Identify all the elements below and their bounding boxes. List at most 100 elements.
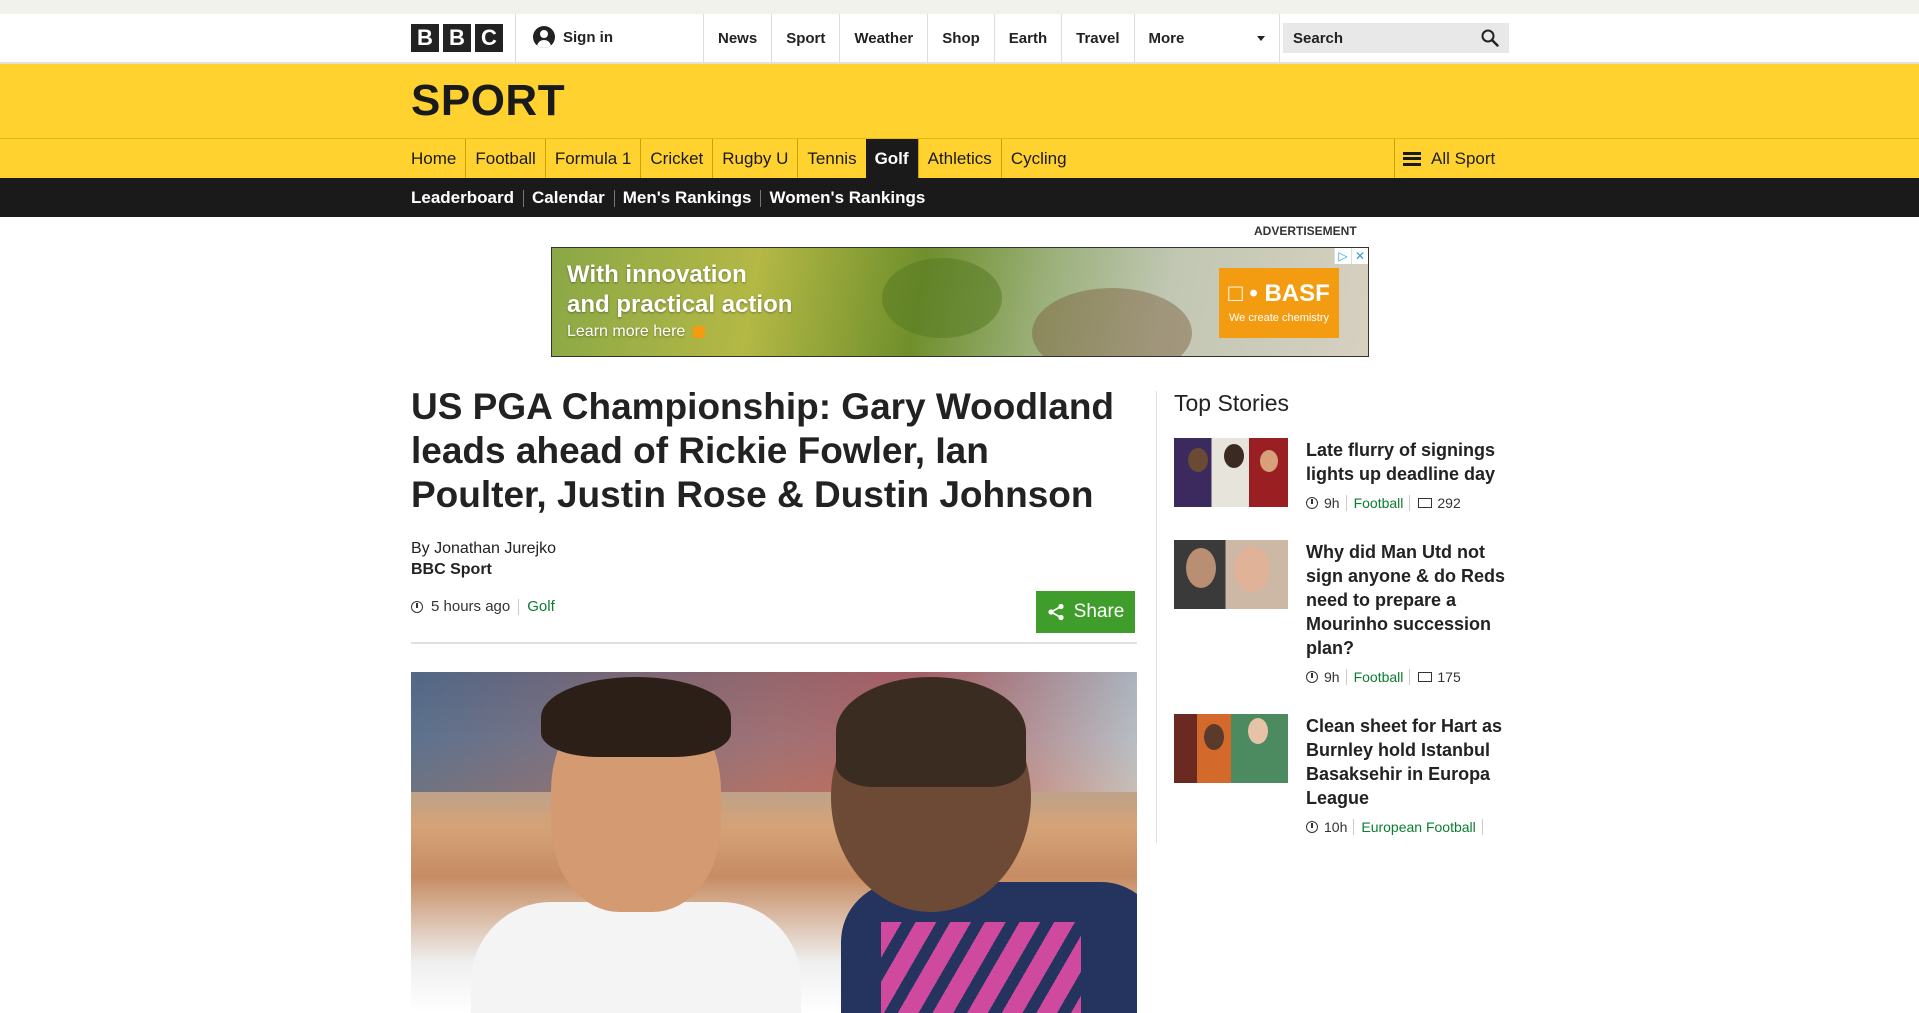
thumbnail-figure	[1234, 546, 1270, 592]
thumbnail-figure	[1186, 548, 1216, 588]
clock-icon	[1306, 671, 1318, 683]
sport-nav-cycling[interactable]: Cycling	[1000, 139, 1076, 178]
story-time: 10h	[1324, 819, 1348, 835]
ad-brand-logo: □ • BASF We create chemistry	[1219, 268, 1339, 338]
advertisement-banner[interactable]: With innovation and practical action Lea…	[551, 247, 1369, 357]
story-time: 9h	[1324, 669, 1340, 685]
all-sport-menu[interactable]: All Sport	[1394, 139, 1519, 178]
comment-count: 292	[1437, 495, 1461, 511]
article-byline: By Jonathan Jurejko BBC Sport	[411, 538, 556, 580]
author-name: By Jonathan Jurejko	[411, 540, 556, 557]
browser-top-strip	[0, 0, 1919, 14]
sport-nav-football[interactable]: Football	[465, 139, 544, 178]
golf-subnav: Leaderboard Calendar Men's Rankings Wome…	[0, 178, 1919, 217]
user-icon	[533, 26, 555, 48]
ad-arrow-icon	[693, 326, 706, 338]
story-comments[interactable]: 292	[1409, 495, 1461, 511]
meta-divider	[518, 598, 520, 615]
article-headline: US PGA Championship: Gary Woodland leads…	[411, 386, 1115, 515]
ad-cta-label: Learn more here	[567, 323, 686, 340]
sign-in-link[interactable]: Sign in	[533, 26, 613, 48]
ad-image-leaf	[882, 258, 1002, 338]
story-title[interactable]: Clean sheet for Hart as Burnley hold Ist…	[1306, 714, 1511, 810]
story-thumbnail[interactable]	[1174, 438, 1288, 507]
subnav-calendar[interactable]: Calendar	[522, 178, 614, 217]
nav-travel[interactable]: Travel	[1061, 14, 1133, 62]
sport-title[interactable]: SPORT	[411, 76, 565, 126]
hero-white-shirt	[471, 902, 801, 1013]
subnav-leaderboard[interactable]: Leaderboard	[411, 178, 523, 217]
share-label: Share	[1073, 601, 1125, 622]
story-thumbnail[interactable]	[1174, 714, 1288, 783]
nav-more-label: More	[1148, 29, 1185, 47]
thumbnail-figure	[1204, 724, 1224, 750]
sport-nav-tennis[interactable]: Tennis	[797, 139, 865, 178]
bbc-logo-letter: B	[443, 24, 471, 52]
masthead-divider	[515, 14, 516, 62]
story-section-link[interactable]: Football	[1345, 669, 1403, 685]
sport-nav-rugby-union[interactable]: Rugby U	[712, 139, 797, 178]
nav-sport[interactable]: Sport	[771, 14, 839, 62]
nav-more-menu[interactable]: More	[1133, 14, 1280, 62]
close-icon[interactable]: ✕	[1351, 248, 1368, 264]
thumbnail-figure	[1248, 718, 1268, 744]
adchoices-icon[interactable]: ▷	[1334, 248, 1351, 264]
ad-learn-more-link[interactable]: Learn more here	[567, 323, 706, 341]
article-timestamp: 5 hours ago	[431, 598, 511, 615]
sport-nav-cricket[interactable]: Cricket	[640, 139, 712, 178]
thumbnail-figure	[1224, 444, 1244, 468]
clock-icon	[411, 600, 423, 613]
top-stories-heading: Top Stories	[1174, 390, 1290, 416]
subnav-womens-rankings[interactable]: Women's Rankings	[760, 178, 934, 217]
nav-shop[interactable]: Shop	[927, 14, 994, 62]
story-comments[interactable]: 175	[1409, 669, 1461, 685]
article-divider	[411, 642, 1137, 644]
search-icon[interactable]	[1481, 29, 1499, 47]
advertisement-label: ADVERTISEMENT	[1254, 224, 1357, 238]
sport-nav-formula-1[interactable]: Formula 1	[544, 139, 641, 178]
clock-icon	[1306, 821, 1318, 833]
subnav-mens-rankings[interactable]: Men's Rankings	[613, 178, 761, 217]
sidebar-divider	[1156, 391, 1157, 843]
article-section-link[interactable]: Golf	[527, 598, 555, 615]
story-time: 9h	[1324, 495, 1340, 511]
ad-brand-name: □ • BASF	[1228, 280, 1330, 307]
story-section-link[interactable]: Football	[1345, 495, 1403, 511]
bbc-logo-letter: B	[411, 24, 439, 52]
all-sport-label: All Sport	[1431, 148, 1496, 168]
bbc-masthead: B B C Sign in News Sport Weather Shop Ea…	[0, 14, 1919, 64]
story-title[interactable]: Late flurry of signings lights up deadli…	[1306, 438, 1511, 486]
sport-nav-home[interactable]: Home	[411, 139, 465, 178]
hamburger-icon	[1403, 151, 1421, 166]
story-title[interactable]: Why did Man Utd not sign anyone & do Red…	[1306, 540, 1511, 660]
ad-image-roots	[1032, 288, 1192, 356]
ad-brand-tagline: We create chemistry	[1228, 312, 1330, 324]
sign-in-label: Sign in	[563, 28, 613, 46]
bbc-logo[interactable]: B B C	[411, 24, 503, 52]
thumbnail-figure	[1260, 450, 1278, 472]
article-hero-image	[411, 672, 1137, 1013]
search-label: Search	[1293, 29, 1344, 47]
thumbnail-figure	[1188, 448, 1208, 472]
story-meta: 9h Football 175	[1306, 669, 1511, 685]
search-box[interactable]: Search	[1283, 23, 1509, 53]
story-meta: 9h Football 292	[1306, 495, 1511, 511]
nav-earth[interactable]: Earth	[993, 14, 1061, 62]
nav-weather[interactable]: Weather	[839, 14, 927, 62]
comment-count: 175	[1437, 669, 1461, 685]
ad-headline-line2: and practical action	[567, 291, 793, 318]
ad-choices[interactable]: ▷ ✕	[1334, 248, 1368, 264]
hero-golfer-hair	[541, 677, 731, 757]
sport-nav-athletics[interactable]: Athletics	[917, 139, 1001, 178]
story-meta: 10h European Football	[1306, 819, 1511, 835]
story-thumbnail[interactable]	[1174, 540, 1288, 609]
hero-pink-pattern	[881, 922, 1081, 1013]
share-button[interactable]: Share	[1036, 591, 1135, 633]
comment-icon	[1418, 672, 1433, 682]
ad-headline: With innovation and practical action	[567, 260, 792, 320]
nav-news[interactable]: News	[703, 14, 771, 62]
story-section-link[interactable]: European Football	[1353, 819, 1483, 835]
sport-header: SPORT	[0, 64, 1919, 139]
sport-nav: Home Football Formula 1 Cricket Rugby U …	[0, 139, 1919, 178]
sport-nav-golf[interactable]: Golf	[865, 139, 918, 178]
